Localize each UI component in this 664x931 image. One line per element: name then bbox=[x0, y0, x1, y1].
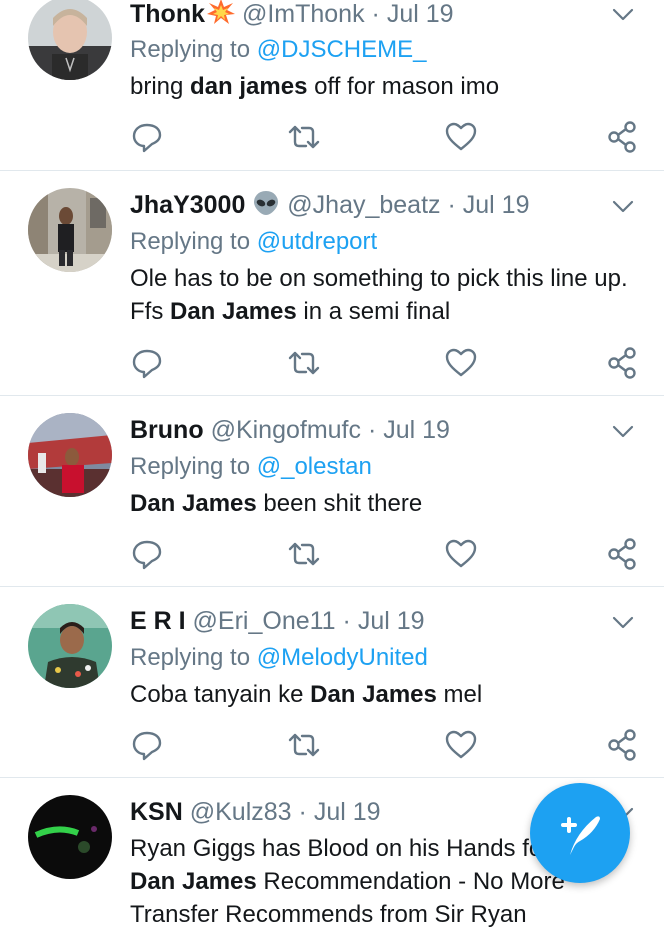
avatar[interactable] bbox=[28, 0, 112, 80]
reply-icon[interactable] bbox=[130, 728, 164, 762]
display-name[interactable]: KSN bbox=[130, 798, 183, 826]
like-icon[interactable] bbox=[444, 537, 478, 571]
tweet-text: Dan James been shit there bbox=[130, 490, 423, 517]
replying-to-label: Replying to bbox=[130, 644, 257, 671]
reply-mention-link[interactable]: @MelodyUnited bbox=[257, 644, 428, 671]
avatar[interactable] bbox=[28, 188, 112, 272]
retweet-icon[interactable] bbox=[287, 728, 321, 762]
separator-dot: · bbox=[342, 607, 351, 635]
user-handle[interactable]: @ImThonk bbox=[242, 0, 365, 28]
tweet-text: Coba tanyain ke Dan James mel bbox=[130, 681, 483, 708]
tweet-header: Bruno @Kingofmufc · Jul 19 bbox=[130, 415, 450, 445]
separator-dot: · bbox=[371, 0, 380, 28]
replying-to-label: Replying to bbox=[130, 453, 257, 480]
tweet-text: bring dan james off for mason imo bbox=[130, 73, 500, 100]
replying-to: Replying to @DJSCHEME_ bbox=[130, 35, 426, 65]
tweet-date[interactable]: Jul 19 bbox=[358, 607, 425, 635]
reply-mention-link[interactable]: @utdreport bbox=[257, 228, 377, 255]
tweet-text: Ole has to be on something to pick this … bbox=[130, 265, 628, 325]
share-icon[interactable] bbox=[606, 728, 640, 762]
tweet-date[interactable]: Jul 19 bbox=[387, 0, 454, 28]
reply-icon[interactable] bbox=[130, 346, 164, 380]
retweet-icon[interactable] bbox=[287, 537, 321, 571]
avatar[interactable] bbox=[28, 795, 112, 879]
chevron-down-icon[interactable] bbox=[612, 425, 634, 439]
tweet-header: JhaY3000 @Jhay_beatz · Jul 19 bbox=[130, 190, 529, 223]
tweet-actions bbox=[130, 537, 640, 571]
share-icon[interactable] bbox=[606, 346, 640, 380]
retweet-icon[interactable] bbox=[287, 120, 321, 154]
collision-emoji-icon bbox=[207, 0, 235, 32]
alien-emoji-icon bbox=[252, 190, 280, 223]
display-name[interactable]: Bruno bbox=[130, 416, 204, 444]
tweet-actions bbox=[130, 120, 640, 154]
compose-tweet-button[interactable] bbox=[530, 783, 630, 883]
like-icon[interactable] bbox=[444, 728, 478, 762]
replying-to: Replying to @_olestan bbox=[130, 452, 372, 482]
tweet-date[interactable]: Jul 19 bbox=[383, 416, 450, 444]
replying-to: Replying to @MelodyUnited bbox=[130, 643, 428, 673]
separator-dot: · bbox=[367, 416, 377, 444]
tweet-header: Thonk @ImThonk · Jul 19 bbox=[130, 0, 454, 32]
separator-dot: · bbox=[298, 798, 307, 826]
display-name[interactable]: Thonk bbox=[130, 0, 205, 28]
user-handle[interactable]: @Kingofmufc bbox=[211, 416, 361, 444]
display-name[interactable]: JhaY3000 bbox=[130, 191, 245, 219]
like-icon[interactable] bbox=[444, 346, 478, 380]
chevron-down-icon[interactable] bbox=[612, 200, 634, 214]
share-icon[interactable] bbox=[606, 120, 640, 154]
tweet-actions bbox=[130, 728, 640, 762]
user-handle[interactable]: @Kulz83 bbox=[190, 798, 292, 826]
reply-mention-link[interactable]: @_olestan bbox=[257, 453, 372, 480]
tweet-header: E R I @Eri_One11 · Jul 19 bbox=[130, 606, 425, 636]
share-icon[interactable] bbox=[606, 537, 640, 571]
tweet[interactable]: Bruno @Kingofmufc · Jul 19 Replying to @… bbox=[0, 396, 664, 587]
reply-icon[interactable] bbox=[130, 120, 164, 154]
retweet-icon[interactable] bbox=[287, 346, 321, 380]
reply-mention-link[interactable]: @DJSCHEME_ bbox=[257, 36, 427, 63]
replying-to-label: Replying to bbox=[130, 36, 257, 63]
tweet[interactable]: E R I @Eri_One11 · Jul 19 Replying to @M… bbox=[0, 587, 664, 778]
user-handle[interactable]: @Eri_One11 bbox=[193, 607, 336, 635]
avatar[interactable] bbox=[28, 413, 112, 497]
tweet[interactable]: JhaY3000 @Jhay_beatz · Jul 19 Replying t… bbox=[0, 171, 664, 396]
separator-dot: · bbox=[447, 191, 456, 219]
compose-tweet-icon bbox=[561, 816, 600, 855]
avatar[interactable] bbox=[28, 604, 112, 688]
tweet-actions bbox=[130, 346, 640, 380]
display-name[interactable]: E R I bbox=[130, 607, 186, 635]
tweet-date[interactable]: Jul 19 bbox=[314, 798, 381, 826]
chevron-down-icon[interactable] bbox=[612, 616, 634, 630]
chevron-down-icon[interactable] bbox=[612, 8, 634, 22]
replying-to: Replying to @utdreport bbox=[130, 227, 377, 257]
tweet-date[interactable]: Jul 19 bbox=[463, 191, 530, 219]
tweet-header: KSN @Kulz83 · Jul 19 bbox=[130, 797, 381, 827]
tweet[interactable]: Thonk @ImThonk · Jul 19 Replying to @DJS… bbox=[0, 0, 664, 171]
replying-to-label: Replying to bbox=[130, 228, 257, 255]
reply-icon[interactable] bbox=[130, 537, 164, 571]
like-icon[interactable] bbox=[444, 120, 478, 154]
user-handle[interactable]: @Jhay_beatz bbox=[287, 191, 440, 219]
